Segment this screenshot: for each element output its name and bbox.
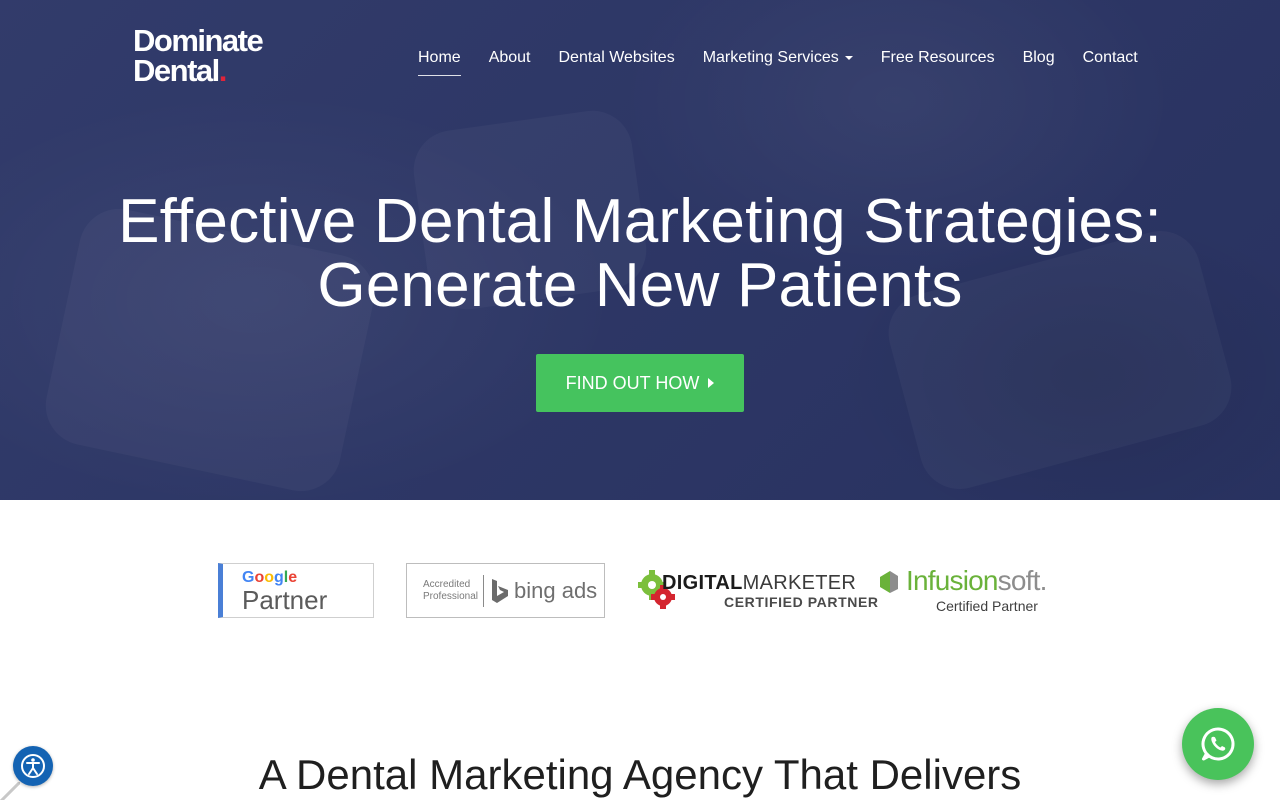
find-out-how-button[interactable]: FIND OUT HOW [536, 354, 744, 412]
nav-item-blog[interactable]: Blog [1023, 49, 1055, 67]
infusionsoft-badge[interactable]: Infusionsoft. Certified Partner [878, 563, 1058, 618]
hero-headline-line-2: Generate New Patients [317, 251, 963, 320]
site-logo[interactable]: Dominate Dental. [133, 23, 293, 88]
main-nav: Home About Dental Websites Marketing Ser… [404, 46, 1152, 76]
accessibility-icon [21, 754, 45, 778]
infusionsoft-icon [880, 571, 898, 593]
caret-right-icon [708, 378, 715, 388]
bing-icon [492, 578, 508, 603]
nav-item-dental-websites[interactable]: Dental Websites [559, 49, 675, 67]
digital-marketer-badge[interactable]: DIGITALMARKETER CERTIFIED PARTNER [638, 563, 878, 618]
hero-headline-line-1: Effective Dental Marketing Strategies: [118, 187, 1162, 256]
hero-headline: Effective Dental Marketing Strategies: G… [0, 190, 1280, 318]
logo-line-1: Dominate [133, 23, 264, 58]
bing-accredited-text: Accredited Professional [423, 578, 479, 602]
find-out-how-label: FIND OUT HOW [565, 372, 700, 393]
bing-divider [483, 574, 484, 607]
whatsapp-chat-button[interactable] [1182, 708, 1254, 780]
nav-item-marketing-services-label: Marketing Services [702, 49, 839, 66]
logo-dot: . [218, 53, 228, 88]
google-partner-label: Partner [242, 585, 328, 615]
logo-line-2: Dental. [133, 53, 228, 88]
bing-logo: bing ads [490, 578, 597, 604]
whatsapp-icon [1201, 727, 1235, 761]
nav-item-free-resources[interactable]: Free Resources [881, 49, 995, 67]
digital-marketer-subtitle: CERTIFIED PARTNER [724, 594, 879, 610]
google-partner-badge[interactable]: Google Partner [218, 563, 374, 618]
digital-marketer-wordmark: DIGITALMARKETER [662, 572, 857, 594]
accessibility-button[interactable] [13, 746, 53, 786]
hero-section: Dominate Dental. Home About Dental Websi… [0, 0, 1280, 500]
section-heading: A Dental Marketing Agency That Delivers [258, 751, 1022, 798]
nav-item-marketing-services[interactable]: Marketing Services [703, 49, 853, 67]
nav-item-contact[interactable]: Contact [1083, 49, 1138, 67]
nav-item-about[interactable]: About [489, 49, 531, 67]
nav-item-home[interactable]: Home [418, 49, 461, 76]
corner-decoration [0, 782, 20, 800]
infusionsoft-subtitle: Certified Partner [936, 598, 1038, 614]
chevron-down-icon [844, 56, 853, 60]
infusionsoft-wordmark: Infusionsoft. [906, 565, 1047, 596]
bing-ads-badge[interactable]: Accredited Professional bing ads [406, 563, 605, 618]
bing-ads-label: bing ads [514, 577, 598, 603]
google-wordmark: Google [242, 569, 298, 586]
